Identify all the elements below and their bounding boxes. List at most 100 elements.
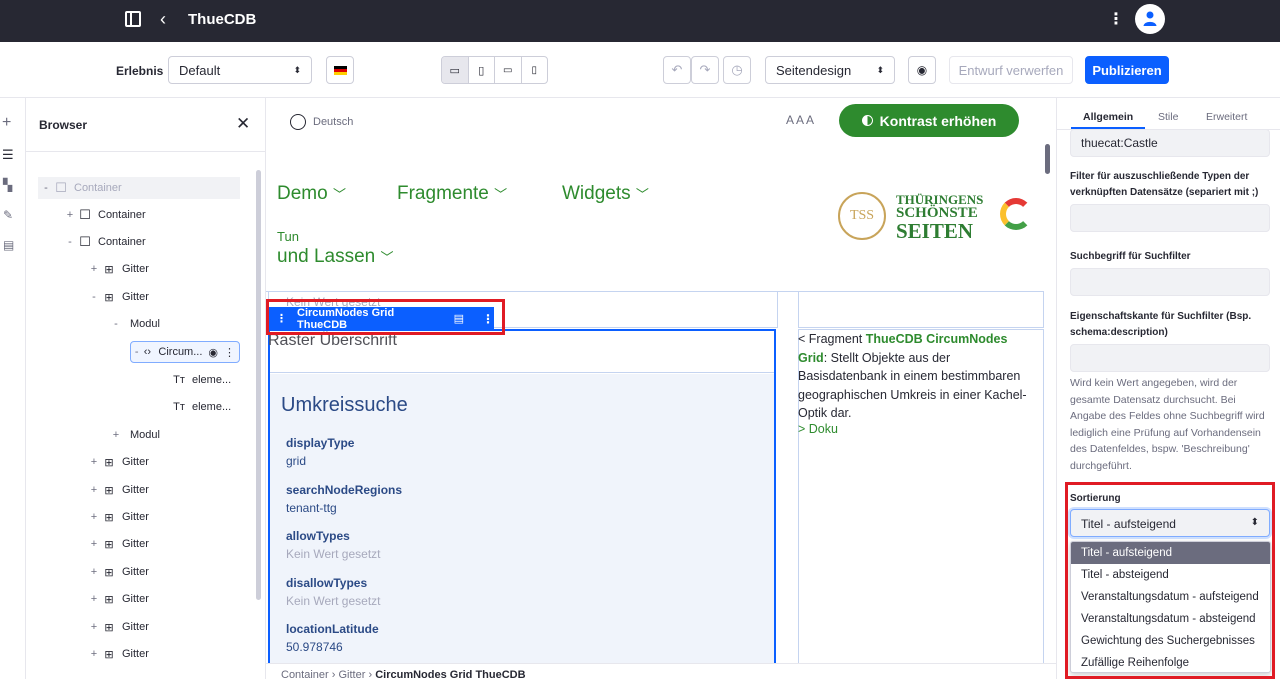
phone-icon[interactable]: ▯ [520,57,548,83]
comments-icon[interactable]: ▤ [3,238,14,252]
tree-toggle-icon[interactable]: + [86,263,102,275]
tree-toggle-icon[interactable]: + [86,593,102,605]
tree-item[interactable]: Tт eleme... [156,369,231,391]
user-icon [1143,11,1157,26]
nav-item-demo[interactable]: Demo ﹀ [277,183,346,205]
history-button[interactable]: ◷ [723,56,751,84]
tree-item[interactable]: - ⊞ Gitter [86,286,149,308]
tree-toggle-icon[interactable]: + [86,511,102,523]
doku-link[interactable]: > Doku [798,422,838,436]
tree-toggle-icon[interactable]: + [86,538,102,550]
german-flag-icon [333,65,347,75]
tree-item[interactable]: - ☐ Container [38,177,240,199]
tree-toggle-icon[interactable]: + [86,456,102,468]
kebab-icon[interactable]: ⋮ [224,346,235,359]
property-row: locationLatitude 50.978746 [281,618,761,659]
tss-mark: TSS [838,192,886,240]
publish-button[interactable]: Publizieren [1085,56,1169,84]
tree-item-label: eleme... [192,401,232,413]
font-size-controls[interactable]: A A A [786,113,814,127]
nav-item-fragmente[interactable]: Fragmente ﹀ [397,183,507,205]
user-avatar[interactable] [1135,4,1165,34]
tree-item[interactable]: + ⊞ Gitter [86,451,149,473]
paperclip-icon[interactable]: ✎ [3,208,13,222]
contrast-button[interactable]: Kontrast erhöhen [839,104,1019,137]
tree-item[interactable]: + ⊞ Gitter [86,643,149,665]
tree-toggle-icon[interactable]: - [108,318,124,330]
grid-icon: ⊞ [104,648,114,661]
canvas-scrollbar[interactable] [1045,144,1050,174]
fragment-description: < Fragment ThueCDB CircumNodes Grid: Ste… [798,330,1038,423]
paint-icon[interactable]: ▚ [3,178,12,192]
tss-logo[interactable]: TSS THÜRINGENS SCHÖNSTE SEITEN [838,190,1034,243]
breadcrumb-item[interactable]: Gitter [339,669,366,679]
tree-item[interactable]: + ⊞ Gitter [86,561,149,583]
page-design-select[interactable]: Seitendesign ⬍ [765,56,895,84]
filter-label: Filter für auszuschließende Typen der ve… [1070,171,1259,198]
globe-icon[interactable] [290,114,306,130]
tree-item[interactable]: + ⊞ Gitter [86,616,149,638]
experience-select[interactable]: Default ⬍ [168,56,312,84]
tab-erweitert[interactable]: Erweitert [1206,111,1247,123]
tree-item[interactable]: + ⊞ Gitter [86,258,149,280]
tree-item[interactable]: - ‹› Circum... ◉ ⋮ [130,341,240,363]
property-value: 50.978746 [286,640,343,654]
device-switcher: ▭ ▯ ▭ ▯ [441,56,548,84]
tab-allgemein[interactable]: Allgemein [1083,111,1133,123]
configuration-panel: Allgemein Stile Erweitert thuecat:Castle… [1056,98,1280,679]
property-input[interactable] [1070,344,1270,372]
tablet-icon[interactable]: ▯ [467,57,495,83]
text-icon: Tт [173,401,185,413]
grid-icon: ⊞ [104,456,114,469]
scrollbar[interactable] [256,170,261,600]
breadcrumb-item[interactable]: Container [281,669,329,679]
tree-toggle-icon[interactable]: + [86,566,102,578]
tab-stile[interactable]: Stile [1158,111,1178,123]
eye-icon: ◉ [916,63,928,77]
language-link[interactable]: Deutsch [313,116,353,128]
nav-label: Widgets [562,183,631,204]
sidebar-toggle-icon[interactable] [125,11,141,27]
tree-item[interactable]: + ⊞ Gitter [86,533,149,555]
nav-item-und-lassen[interactable]: und Lassen ﹀ [277,246,394,268]
search-term-input[interactable] [1070,268,1270,296]
back-icon[interactable]: ‹ [160,9,166,30]
tree-toggle-icon[interactable]: + [86,648,102,660]
tree-item[interactable]: - ☐ Container [62,231,146,253]
property-value: Kein Wert gesetzt [286,547,381,561]
container-icon: ☐ [55,180,67,195]
kebab-menu-icon[interactable]: ⋮ [1108,9,1124,29]
tree-toggle-icon[interactable]: + [86,621,102,633]
preview-button[interactable]: ◉ [908,56,936,84]
container-icon: ☐ [79,207,91,222]
tree-item[interactable]: + Modul [108,424,160,446]
tree-item[interactable]: + ⊞ Gitter [86,479,149,501]
tree-item[interactable]: + ⊞ Gitter [86,588,149,610]
discard-draft-button[interactable]: Entwurf verwerfen [949,56,1073,84]
tree-item[interactable]: + ⊞ Gitter [86,506,149,528]
nav-item-widgets[interactable]: Widgets ﹀ [562,183,649,205]
landscape-phone-icon[interactable]: ▭ [494,57,521,83]
eye-icon[interactable]: ◉ [208,346,218,359]
tree-toggle-icon[interactable]: + [62,209,78,221]
browser-icon[interactable]: ☰ [2,147,14,163]
tree-item[interactable]: - Modul [108,313,160,335]
logo-line-3: SEITEN [896,219,974,243]
tree-toggle-icon[interactable]: - [86,291,102,303]
tree-toggle-icon[interactable]: - [131,346,142,358]
tree-toggle-icon[interactable]: + [108,429,124,441]
filter-input[interactable] [1070,204,1270,232]
tree-toggle-icon[interactable]: - [62,236,78,248]
types-input[interactable]: thuecat:Castle [1070,129,1270,157]
redo-button[interactable]: ↷ [691,56,719,84]
tree-toggle-icon[interactable]: - [38,182,54,194]
tree-item[interactable]: + ☐ Container [62,204,146,226]
desktop-icon[interactable]: ▭ [442,57,468,83]
add-icon[interactable]: + [2,114,11,132]
undo-button[interactable]: ↶ [663,56,691,84]
tree-toggle-icon[interactable]: + [86,484,102,496]
grid-icon: ⊞ [104,593,114,606]
umkreis-heading: Umkreissuche [281,394,408,416]
tree-item[interactable]: Tт eleme... [156,396,231,418]
language-flag-button[interactable] [326,56,354,84]
